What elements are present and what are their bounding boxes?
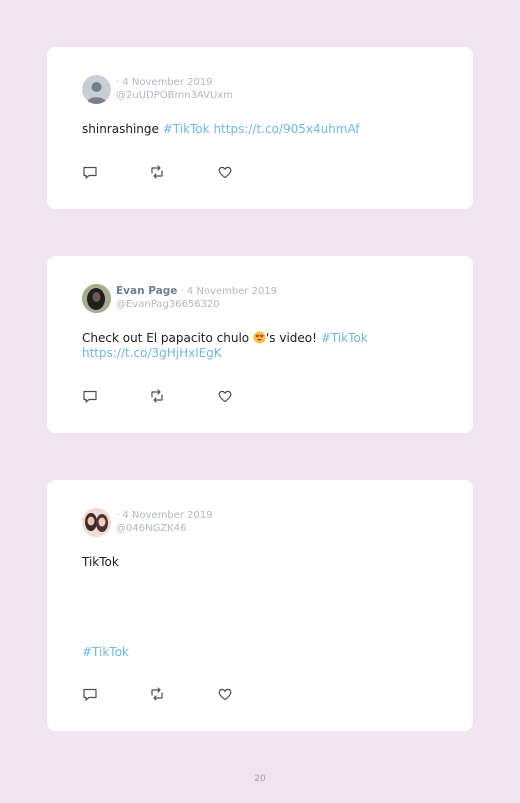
- author-handle[interactable]: @2uUDPOBmn3AVUxm: [116, 89, 233, 102]
- author-name[interactable]: Evan Page: [116, 285, 177, 297]
- url-link[interactable]: https://t.co/905x4uhmAf: [213, 122, 359, 136]
- profile-photo-icon: [82, 508, 111, 537]
- page-number: 20: [254, 774, 266, 784]
- tweet-body-cont: 's video!: [265, 331, 317, 345]
- tweet-meta: · 4 November 2019 @2uUDPOBmn3AVUxm: [116, 76, 233, 102]
- like-icon[interactable]: [217, 164, 233, 180]
- hashtag-link[interactable]: #TikTok: [163, 122, 210, 136]
- author-handle[interactable]: @EvanPag36656320: [116, 298, 277, 311]
- like-icon[interactable]: [217, 388, 233, 404]
- tweet-date[interactable]: · 4 November 2019: [116, 77, 213, 88]
- tweet-text: shinrashinge #TikTok https://t.co/905x4u…: [82, 122, 442, 137]
- tweet-meta: · 4 November 2019 @046NGZK46: [116, 509, 213, 535]
- tweet-text: Check out El papacito chulo 's video! #T…: [82, 331, 442, 361]
- heart-eyes-emoji-icon: [253, 331, 266, 344]
- tweet-meta: Evan Page · 4 November 2019 @EvanPag3665…: [116, 285, 277, 311]
- tweet-card: · 4 November 2019 @2uUDPOBmn3AVUxm shinr…: [47, 47, 473, 209]
- default-avatar-icon: [86, 82, 107, 104]
- profile-photo-icon: [82, 284, 111, 313]
- retweet-icon[interactable]: [149, 686, 165, 702]
- avatar[interactable]: [82, 284, 111, 313]
- tweet-text-hashtag-line: #TikTok: [82, 645, 442, 660]
- avatar[interactable]: [82, 75, 111, 104]
- author-handle[interactable]: @046NGZK46: [116, 522, 213, 535]
- tweet-text: TikTok: [82, 555, 442, 570]
- like-icon[interactable]: [217, 686, 233, 702]
- url-link[interactable]: https://t.co/3gHjHxlEgK: [82, 346, 222, 360]
- tweet-card: Evan Page · 4 November 2019 @EvanPag3665…: [47, 256, 473, 433]
- tweet-date[interactable]: · 4 November 2019: [116, 510, 213, 521]
- tweet-body: Check out El papacito chulo: [82, 331, 250, 345]
- reply-icon[interactable]: [82, 388, 98, 404]
- reply-icon[interactable]: [82, 164, 98, 180]
- tweet-date[interactable]: · 4 November 2019: [181, 286, 278, 297]
- reply-icon[interactable]: [82, 686, 98, 702]
- tweet-body: TikTok: [82, 555, 119, 569]
- hashtag-link[interactable]: #TikTok: [321, 331, 368, 345]
- tweet-card: · 4 November 2019 @046NGZK46 TikTok #Tik…: [47, 480, 473, 731]
- avatar[interactable]: [82, 508, 111, 537]
- hashtag-link[interactable]: #TikTok: [82, 645, 129, 659]
- retweet-icon[interactable]: [149, 388, 165, 404]
- tweet-body: shinrashinge: [82, 122, 159, 136]
- retweet-icon[interactable]: [149, 164, 165, 180]
